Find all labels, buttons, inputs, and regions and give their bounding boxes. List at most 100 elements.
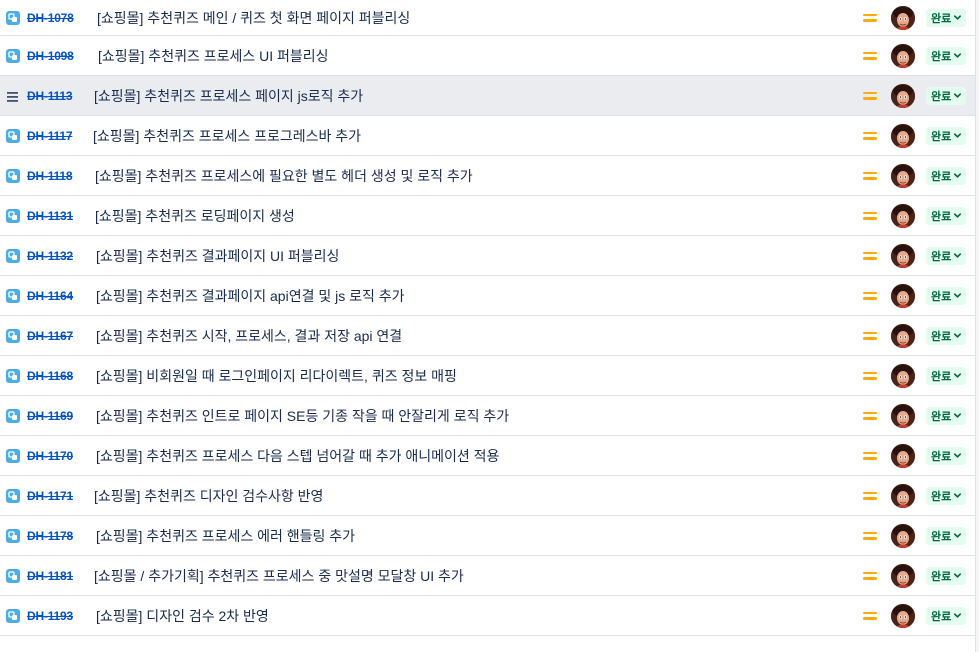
drag-handle-icon[interactable]: [6, 90, 20, 102]
assignee-avatar[interactable]: [891, 563, 915, 588]
chevron-down-icon: [953, 371, 962, 380]
chevron-down-icon: [953, 91, 962, 100]
issue-summary[interactable]: [쇼핑몰] 디자인 검수 2차 반영: [96, 606, 269, 626]
status-dropdown[interactable]: 완료: [926, 366, 967, 385]
issue-row[interactable]: DH-1078 [쇼핑몰] 추천퀴즈 메인 / 퀴즈 첫 화면 페이지 퍼블리싱 완…: [0, 0, 979, 36]
issue-summary[interactable]: [쇼핑몰] 추천퀴즈 프로세스 UI 퍼블리싱: [98, 46, 329, 66]
status-label: 완료: [931, 210, 952, 223]
issue-key-link[interactable]: DH-1118: [27, 169, 73, 183]
assignee-avatar[interactable]: [891, 443, 915, 468]
assignee-avatar[interactable]: [891, 43, 915, 68]
issue-summary[interactable]: [쇼핑몰] 추천퀴즈 결과페이지 api연결 및 js 로직 추가: [96, 286, 405, 306]
issue-row[interactable]: DH-1117 [쇼핑몰] 추천퀴즈 프로세스 프로그레스바 추가 완료: [0, 116, 979, 156]
issue-summary[interactable]: [쇼핑몰] 추천퀴즈 프로세스에 필요한 별도 헤더 생성 및 로직 추가: [95, 166, 473, 186]
status-dropdown[interactable]: 완료: [926, 526, 967, 545]
issue-key-link[interactable]: DH-1132: [27, 249, 73, 263]
assignee-avatar[interactable]: [891, 603, 915, 628]
assignee-avatar[interactable]: [891, 5, 915, 30]
status-dropdown[interactable]: 완료: [926, 206, 967, 225]
issue-row[interactable]: DH-1169 [쇼핑몰] 추천퀴즈 인트로 페이지 SE등 기종 작을 때 안잘…: [0, 396, 979, 436]
assignee-avatar[interactable]: [891, 523, 915, 548]
issue-summary[interactable]: [쇼핑몰] 추천퀴즈 시작, 프로세스, 결과 저장 api 연결: [96, 326, 402, 346]
assignee-avatar[interactable]: [891, 323, 915, 348]
issue-row[interactable]: DH-1168 [쇼핑몰] 비회원일 때 로그인페이지 리다이렉트, 퀴즈 정보 …: [0, 356, 979, 396]
issue-key-link[interactable]: DH-1164: [27, 289, 73, 303]
issue-row[interactable]: DH-1098 [쇼핑몰] 추천퀴즈 프로세스 UI 퍼블리싱 완료: [0, 36, 979, 76]
issue-row[interactable]: DH-1131 [쇼핑몰] 추천퀴즈 로딩페이지 생성 완료: [0, 196, 979, 236]
priority-medium-icon: [862, 12, 878, 24]
issue-summary[interactable]: [쇼핑몰] 추천퀴즈 프로세스 페이지 js로직 추가: [94, 86, 363, 106]
issue-key-link[interactable]: DH-1098: [27, 49, 74, 63]
status-dropdown[interactable]: 완료: [926, 486, 967, 505]
status-dropdown[interactable]: 완료: [926, 606, 967, 625]
issue-row[interactable]: DH-1193 [쇼핑몰] 디자인 검수 2차 반영 완료: [0, 596, 979, 636]
issue-key-link[interactable]: DH-1170: [27, 449, 73, 463]
issue-row[interactable]: DH-1167 [쇼핑몰] 추천퀴즈 시작, 프로세스, 결과 저장 api 연결…: [0, 316, 979, 356]
assignee-avatar[interactable]: [891, 363, 915, 388]
status-dropdown[interactable]: 완료: [926, 86, 967, 105]
status-label: 완료: [931, 410, 952, 423]
issue-summary[interactable]: [쇼핑몰] 추천퀴즈 로딩페이지 생성: [95, 206, 295, 226]
issue-key-link[interactable]: DH-1131: [27, 209, 73, 223]
issue-summary[interactable]: [쇼핑몰] 추천퀴즈 프로세스 다음 스텝 넘어갈 때 추가 애니메이션 적용: [96, 446, 499, 466]
issue-key-link[interactable]: DH-1169: [27, 409, 73, 423]
priority-medium-icon: [862, 290, 878, 302]
subtask-icon: [6, 10, 20, 25]
status-dropdown[interactable]: 완료: [926, 446, 967, 465]
assignee-avatar[interactable]: [891, 83, 915, 108]
status-label: 완료: [931, 370, 952, 383]
priority-medium-icon: [862, 370, 878, 382]
issue-row[interactable]: DH-1171 [쇼핑몰] 추천퀴즈 디자인 검수사항 반영 완료: [0, 476, 979, 516]
issue-key-link[interactable]: DH-1167: [27, 329, 73, 343]
issue-summary[interactable]: [쇼핑몰] 추천퀴즈 인트로 페이지 SE등 기종 작을 때 안잘리게 로직 추…: [96, 406, 509, 426]
status-label: 완료: [931, 90, 952, 103]
issue-row[interactable]: DH-1132 [쇼핑몰] 추천퀴즈 결과페이지 UI 퍼블리싱 완료: [0, 236, 979, 276]
issue-key-link[interactable]: DH-1117: [27, 129, 73, 143]
issue-key-link[interactable]: DH-1193: [27, 609, 73, 623]
issue-row[interactable]: DH-1170 [쇼핑몰] 추천퀴즈 프로세스 다음 스텝 넘어갈 때 추가 애니…: [0, 436, 979, 476]
assignee-avatar[interactable]: [891, 483, 915, 508]
subtask-icon: [6, 408, 20, 423]
issue-row[interactable]: DH-1118 [쇼핑몰] 추천퀴즈 프로세스에 필요한 별도 헤더 생성 및 로…: [0, 156, 979, 196]
issue-summary[interactable]: [쇼핑몰] 추천퀴즈 프로세스 프로그레스바 추가: [93, 126, 361, 146]
issue-key-link[interactable]: DH-1113: [27, 89, 73, 103]
status-dropdown[interactable]: 완료: [926, 326, 967, 345]
assignee-avatar[interactable]: [891, 163, 915, 188]
issue-row[interactable]: DH-1178 [쇼핑몰] 추천퀴즈 프로세스 에러 핸들링 추가 완료: [0, 516, 979, 556]
issue-row[interactable]: DH-1181 [쇼핑몰 / 추가기획] 추천퀴즈 프로세스 중 맛설명 모달창 …: [0, 556, 979, 596]
subtask-icon: [6, 488, 20, 503]
status-dropdown[interactable]: 완료: [926, 46, 967, 65]
issue-key-link[interactable]: DH-1171: [27, 489, 73, 503]
status-dropdown[interactable]: 완료: [926, 8, 967, 27]
assignee-avatar[interactable]: [891, 203, 915, 228]
issue-summary[interactable]: [쇼핑몰] 추천퀴즈 메인 / 퀴즈 첫 화면 페이지 퍼블리싱: [97, 8, 410, 28]
issue-key-link[interactable]: DH-1078: [27, 11, 74, 25]
issue-summary[interactable]: [쇼핑몰] 비회원일 때 로그인페이지 리다이렉트, 퀴즈 정보 매핑: [96, 366, 457, 386]
issue-key-link[interactable]: DH-1181: [27, 569, 73, 583]
issue-key-link[interactable]: DH-1168: [27, 369, 73, 383]
status-dropdown[interactable]: 완료: [926, 406, 967, 425]
status-dropdown[interactable]: 완료: [926, 166, 967, 185]
status-dropdown[interactable]: 완료: [926, 126, 967, 145]
status-dropdown[interactable]: 완료: [926, 286, 967, 305]
priority-medium-icon: [862, 570, 878, 582]
status-dropdown[interactable]: 완료: [926, 566, 967, 585]
issue-summary[interactable]: [쇼핑몰] 추천퀴즈 프로세스 에러 핸들링 추가: [96, 526, 355, 546]
status-dropdown[interactable]: 완료: [926, 246, 967, 265]
scrollbar-track[interactable]: [975, 0, 979, 652]
issue-key-link[interactable]: DH-1178: [27, 529, 73, 543]
chevron-down-icon: [953, 251, 962, 260]
issue-row[interactable]: DH-1164 [쇼핑몰] 추천퀴즈 결과페이지 api연결 및 js 로직 추가…: [0, 276, 979, 316]
status-label: 완료: [931, 130, 952, 143]
assignee-avatar[interactable]: [891, 123, 915, 148]
assignee-avatar[interactable]: [891, 403, 915, 428]
subtask-icon: [6, 448, 20, 463]
priority-medium-icon: [862, 50, 878, 62]
issue-row[interactable]: DH-1113 [쇼핑몰] 추천퀴즈 프로세스 페이지 js로직 추가 완료: [0, 76, 979, 116]
assignee-avatar[interactable]: [891, 243, 915, 268]
issue-summary[interactable]: [쇼핑몰] 추천퀴즈 디자인 검수사항 반영: [94, 486, 323, 506]
assignee-avatar[interactable]: [891, 283, 915, 308]
issue-summary[interactable]: [쇼핑몰 / 추가기획] 추천퀴즈 프로세스 중 맛설명 모달창 UI 추가: [94, 566, 464, 586]
chevron-down-icon: [953, 531, 962, 540]
issue-summary[interactable]: [쇼핑몰] 추천퀴즈 결과페이지 UI 퍼블리싱: [96, 246, 339, 266]
